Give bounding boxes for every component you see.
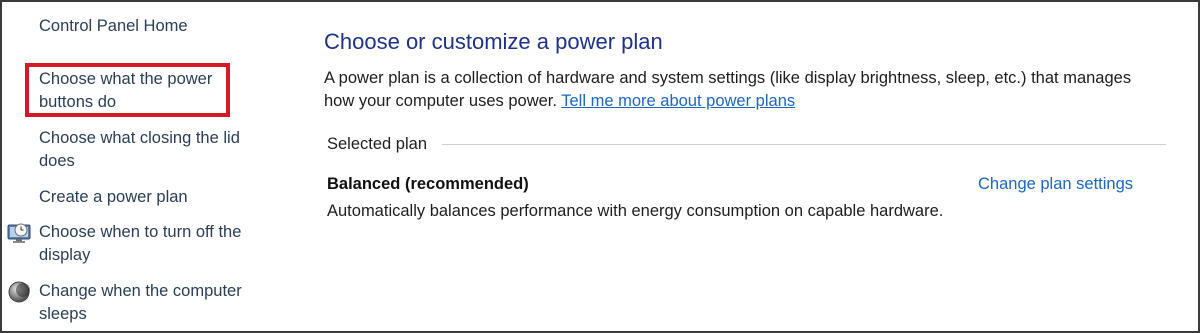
moon-sleep-icon: [7, 280, 31, 304]
section-divider: [442, 144, 1166, 145]
sidebar-item-turn-off-display[interactable]: Choose when to turn off the display: [39, 221, 269, 267]
change-plan-settings-link[interactable]: Change plan settings: [978, 175, 1133, 194]
selected-plan-heading: Selected plan: [327, 135, 427, 153]
plan-name: Balanced (recommended): [327, 175, 529, 193]
page-description: A power plan is a collection of hardware…: [324, 67, 1144, 113]
highlight-annotation-box: [25, 63, 230, 117]
sidebar: Control Panel Home Choose what the power…: [2, 2, 292, 331]
control-panel-window: Control Panel Home Choose what the power…: [0, 0, 1200, 333]
sidebar-item-closing-lid[interactable]: Choose what closing the lid does: [39, 127, 269, 173]
sidebar-item-control-panel-home[interactable]: Control Panel Home: [39, 15, 188, 38]
tell-me-more-link[interactable]: Tell me more about power plans: [561, 92, 795, 110]
plan-description: Automatically balances performance with …: [327, 202, 944, 220]
sidebar-item-create-plan[interactable]: Create a power plan: [39, 186, 188, 209]
monitor-clock-icon: [7, 222, 31, 244]
page-title: Choose or customize a power plan: [324, 29, 663, 54]
sidebar-item-computer-sleeps[interactable]: Change when the computer sleeps: [39, 280, 269, 326]
